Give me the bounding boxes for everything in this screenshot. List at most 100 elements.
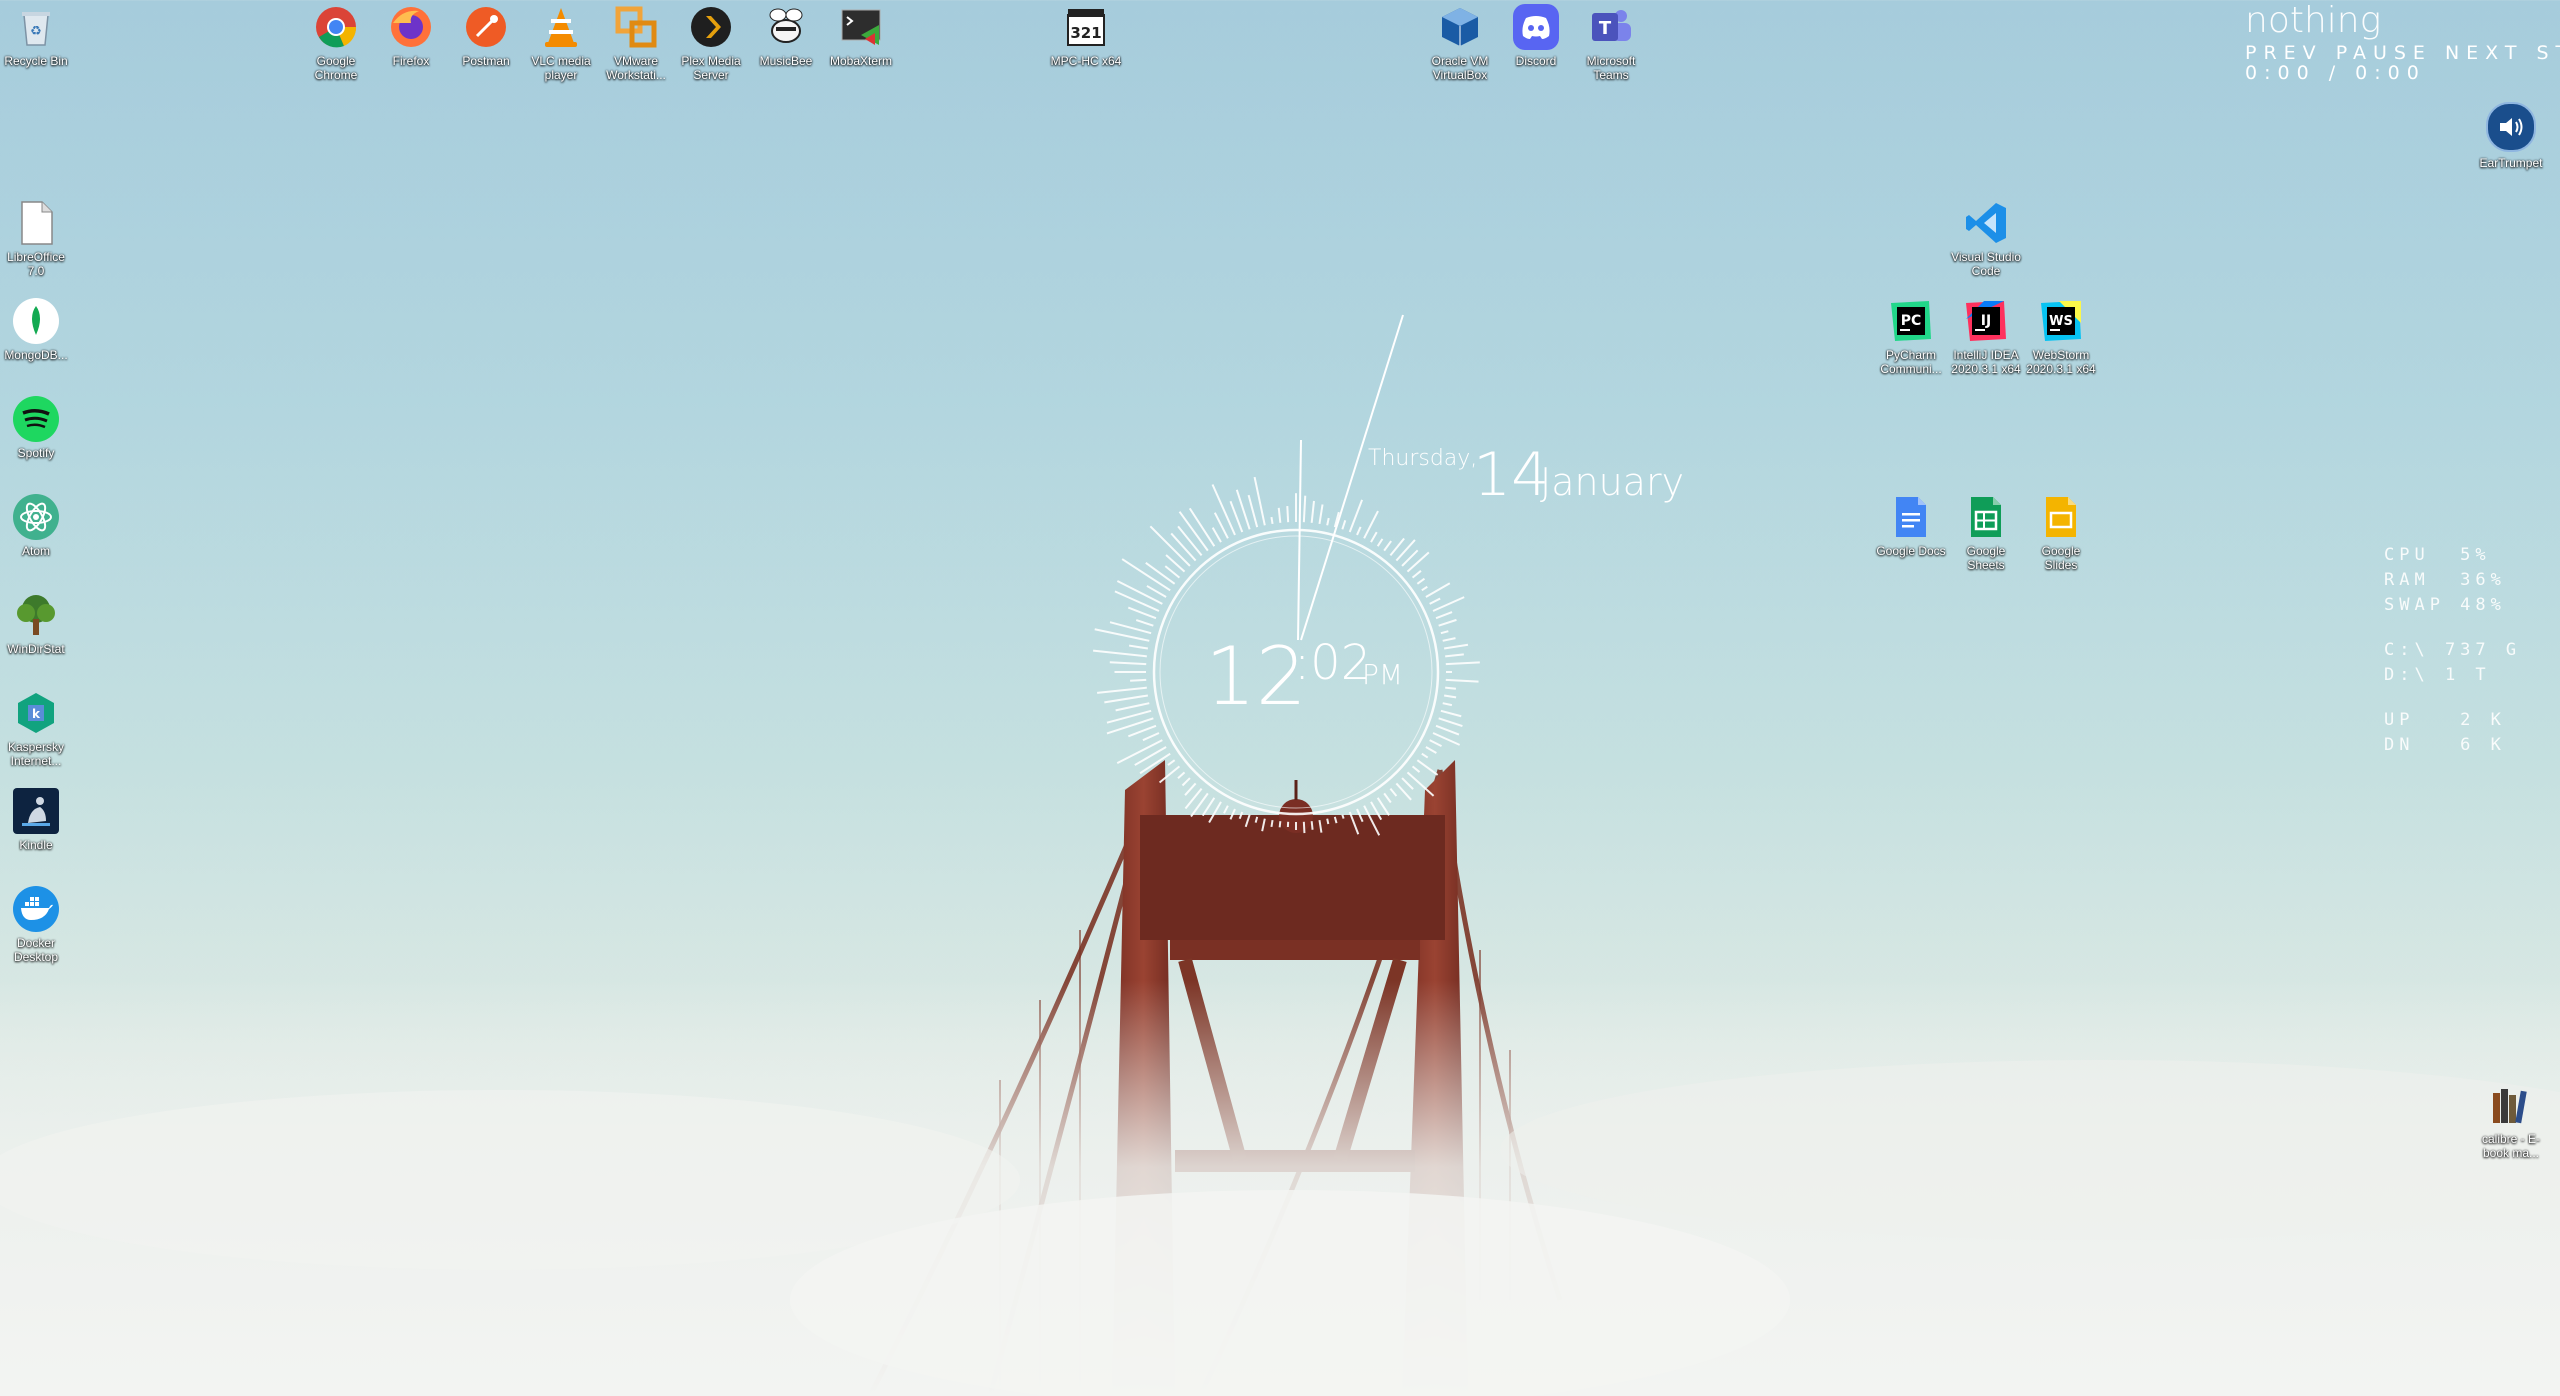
visualiser-bar — [1421, 752, 1429, 759]
desktop-icon-teams[interactable]: T Microsoft Teams — [1574, 0, 1648, 82]
desktop-icon-google-sheets[interactable]: Google Sheets — [1949, 490, 2023, 572]
icon-label: Recycle Bin — [4, 54, 68, 68]
desktop-icon-mongodb[interactable]: MongoDB... — [0, 294, 73, 362]
visualiser-bar — [1177, 525, 1203, 557]
visualiser-bar — [1278, 821, 1282, 828]
visualiser-bar — [1383, 792, 1392, 804]
clock-hour: 12 — [1205, 630, 1307, 723]
libreoffice-icon — [13, 200, 59, 246]
icon-label: MongoDB... — [4, 348, 68, 362]
desktop-icon-webstorm[interactable]: WS WebStorm 2020.3.1 x64 — [2024, 294, 2098, 376]
google-slides-icon — [2038, 494, 2084, 540]
desktop-icon-atom[interactable]: Atom — [0, 490, 73, 558]
desktop-icon-google-slides[interactable]: Google Slides — [2024, 490, 2098, 572]
visualiser-bar — [1310, 500, 1315, 523]
icon-label: LibreOffice 7.0 — [7, 250, 65, 278]
visualiser-bar — [1406, 771, 1435, 797]
visualiser-bar — [1093, 649, 1147, 658]
visualiser-bar — [1097, 686, 1147, 694]
desktop-icon-intellij[interactable]: IJ IntelliJ IDEA 2020.3.1 x64 — [1949, 294, 2023, 376]
visualiser-bar — [1440, 630, 1449, 635]
visualiser-bar — [1253, 476, 1266, 526]
visualiser-bar — [1356, 526, 1362, 536]
visualiser-bar — [1177, 771, 1186, 779]
icon-label: Plex Media Server — [681, 54, 741, 82]
svg-text:♻: ♻ — [30, 24, 42, 39]
desktop-icon-mpc-hc[interactable]: 321 MPC-HC x64 — [1049, 0, 1123, 68]
clock-minute: :02 — [1294, 635, 1372, 691]
visualiser-bar — [1188, 507, 1216, 547]
visualiser-bar — [1438, 618, 1457, 627]
visualiser-bar — [1114, 590, 1160, 612]
icon-label: Kindle — [19, 838, 53, 852]
chrome-icon — [313, 4, 359, 50]
visualiser-bar — [1310, 821, 1314, 830]
desktop-icon-firefox[interactable]: Firefox — [374, 0, 448, 68]
firefox-icon — [388, 4, 434, 50]
vmware-icon — [613, 4, 659, 50]
media-controls[interactable]: PREV PAUSE NEXT STOP — [2245, 42, 2560, 64]
visualiser-bar — [1438, 717, 1463, 728]
desktop-icon-google-docs[interactable]: Google Docs — [1874, 490, 1948, 558]
visualiser-bar — [1302, 495, 1307, 523]
icon-label: MobaXterm — [829, 54, 893, 68]
visualiser-bar — [1429, 739, 1442, 748]
icon-label: Docker Desktop — [13, 936, 59, 964]
icon-label: Google Chrome — [314, 54, 358, 82]
visualiser-bar — [1146, 585, 1167, 598]
desktop-icon-vlc[interactable]: VLC media player — [524, 0, 598, 82]
visualiser-bar — [1277, 507, 1282, 523]
desktop-icon-virtualbox[interactable]: Oracle VM VirtualBox — [1423, 0, 1497, 82]
visualiser-bar — [1286, 505, 1290, 523]
visualiser-bar — [1425, 746, 1437, 754]
icon-label: IntelliJ IDEA 2020.3.1 x64 — [1951, 348, 2021, 376]
desktop-icon-recycle-bin[interactable]: ♻ Recycle Bin — [0, 0, 73, 68]
desktop-icon-musicbee[interactable]: MusicBee — [749, 0, 823, 68]
visualiser-bar — [1167, 759, 1176, 766]
speaker-icon — [2486, 102, 2536, 152]
stat-ram: RAM 36% — [2384, 570, 2506, 590]
desktop-icon-pycharm[interactable]: PC PyCharm Communi... — [1874, 294, 1948, 376]
visualiser-bar — [1416, 577, 1426, 585]
visualiser-bar — [1445, 686, 1456, 690]
desktop-icon-vmware[interactable]: VMware Workstati... — [599, 0, 673, 82]
icon-label: WebStorm 2020.3.1 x64 — [2026, 348, 2096, 376]
visualiser-bar — [1128, 724, 1157, 738]
icon-label: MusicBee — [759, 54, 813, 68]
hour-hand — [1297, 439, 1302, 641]
desktop-icon-mobaxterm[interactable]: MobaXterm — [824, 0, 898, 68]
date-day-number: 14 — [1473, 440, 1550, 510]
visualiser-bar — [1445, 661, 1480, 666]
desktop-icon-discord[interactable]: Discord — [1499, 0, 1573, 68]
icon-label: Postman — [462, 54, 510, 68]
desktop-icon-windirstat[interactable]: WinDirStat — [0, 588, 73, 656]
visualiser-bar — [1443, 694, 1457, 699]
desktop-icon-kaspersky[interactable]: k Kaspersky Internet... — [0, 686, 73, 768]
stat-disk-d: D:\ 1 T — [2384, 665, 2491, 685]
desktop-icon-calibre[interactable]: calibre - E-book ma... — [2474, 1078, 2548, 1160]
visualiser-bar — [1145, 562, 1176, 585]
icon-label[interactable]: Visual Studio Code — [1949, 250, 2023, 278]
desktop-icon-vscode[interactable]: Visual Studio Code — [1949, 196, 2023, 278]
visualiser-bar — [1211, 527, 1222, 543]
visualiser-bar — [1247, 494, 1259, 528]
desktop-icon-docker[interactable]: Docker Desktop — [0, 882, 73, 964]
desktop-icon-eartrumpet[interactable]: EarTrumpet — [2474, 98, 2548, 170]
visualiser-bar — [1170, 532, 1197, 562]
desktop-icon-postman[interactable]: Postman — [449, 0, 523, 68]
kindle-icon — [13, 788, 59, 834]
visualiser-bar — [1376, 797, 1390, 816]
desktop-icon-libreoffice[interactable]: LibreOffice 7.0 — [0, 196, 73, 278]
stat-net-down: DN 6 K — [2384, 735, 2506, 755]
visualiser-bar — [1440, 709, 1462, 718]
webstorm-icon: WS — [2038, 298, 2084, 344]
desktop-icon-kindle[interactable]: Kindle — [0, 784, 73, 852]
visualiser-bar — [1389, 787, 1398, 797]
visualiser-bar — [1115, 702, 1150, 712]
desktop-icon-plex[interactable]: Plex Media Server — [674, 0, 748, 82]
media-time: 0:00 / 0:00 — [2245, 62, 2426, 84]
desktop-icon-chrome[interactable]: Google Chrome — [299, 0, 373, 82]
visualiser-bar — [1116, 580, 1163, 605]
svg-text:IJ: IJ — [1981, 313, 1991, 329]
desktop-icon-spotify[interactable]: Spotify — [0, 392, 73, 460]
